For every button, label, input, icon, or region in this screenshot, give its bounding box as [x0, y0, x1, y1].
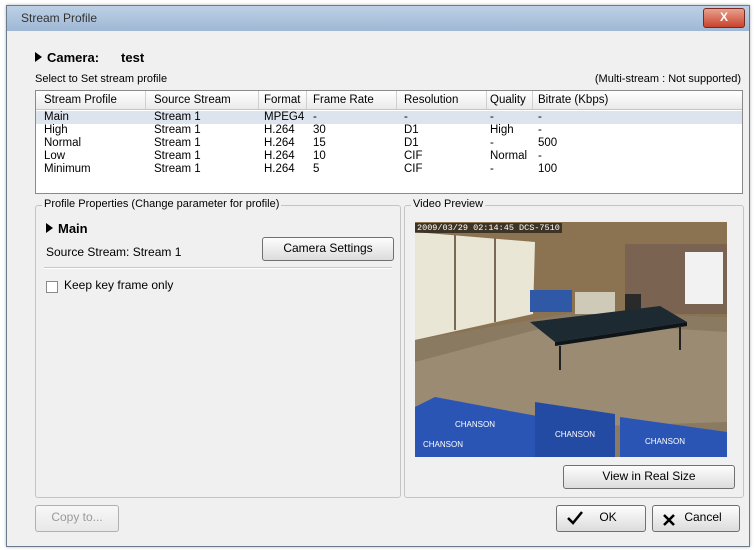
video-timestamp-overlay: 2009/03/29 02:14:45 DCS-7510	[415, 223, 562, 233]
video-preview-label: Video Preview	[411, 198, 486, 210]
col-header-quality[interactable]: Quality	[490, 94, 526, 106]
camera-frame-picture: CHANSON CHANSON CHANSON CHANSON	[415, 222, 727, 457]
column-divider	[486, 91, 487, 109]
multistream-note: (Multi-stream : Not supported)	[594, 73, 741, 85]
column-divider	[396, 91, 397, 109]
cell-format: H.264	[264, 150, 295, 162]
col-header-stream-profile[interactable]: Stream Profile	[44, 94, 117, 106]
cell-profile: Minimum	[44, 163, 91, 175]
cell-frame-rate: 10	[313, 150, 326, 162]
stream-profile-dialog: Stream Profile X Camera: test Select to S…	[6, 5, 750, 547]
cell-source: Stream 1	[154, 124, 201, 136]
table-row[interactable]: Normal Stream 1 H.264 15 D1 - 500	[36, 137, 742, 150]
banner-text: CHANSON	[555, 430, 595, 439]
cell-source: Stream 1	[154, 137, 201, 149]
cell-resolution: D1	[404, 137, 419, 149]
col-header-source-stream[interactable]: Source Stream	[154, 94, 231, 106]
camera-row: Camera: test	[35, 50, 144, 65]
cell-quality: -	[490, 137, 494, 149]
table-row[interactable]: Minimum Stream 1 H.264 5 CIF - 100	[36, 163, 742, 176]
table-header: Stream Profile Source Stream Format Fram…	[36, 91, 742, 110]
cell-profile: Low	[44, 150, 66, 162]
column-divider	[532, 91, 533, 109]
title-bar: Stream Profile X	[7, 6, 749, 31]
stream-profile-table[interactable]: Stream Profile Source Stream Format Fram…	[35, 90, 743, 194]
cell-source: Stream 1	[154, 150, 201, 162]
cell-frame-rate: 5	[313, 163, 320, 175]
column-divider	[145, 91, 146, 109]
cell-source: Stream 1	[154, 163, 201, 175]
banner-text: CHANSON	[645, 437, 685, 446]
banner-text: CHANSON	[423, 440, 463, 449]
cell-profile: Normal	[44, 137, 82, 149]
cell-frame-rate: -	[313, 111, 317, 123]
cell-profile: High	[44, 124, 68, 136]
table-row[interactable]: Main Stream 1 MPEG4 - - - -	[36, 111, 742, 124]
cell-format: H.264	[264, 137, 295, 149]
cell-frame-rate: 30	[313, 124, 326, 136]
col-header-format[interactable]: Format	[264, 94, 300, 106]
checkmark-icon	[567, 510, 583, 533]
profile-properties-label: Profile Properties (Change parameter for…	[42, 198, 282, 210]
cell-profile: Main	[44, 111, 69, 123]
view-real-size-button[interactable]: View in Real Size	[563, 465, 735, 489]
triangle-right-icon	[46, 223, 53, 233]
window-title: Stream Profile	[21, 11, 98, 25]
cell-bitrate: 500	[538, 137, 558, 149]
keyframe-checkbox[interactable]	[46, 281, 58, 293]
col-header-bitrate[interactable]: Bitrate (Kbps)	[538, 94, 608, 106]
cell-quality: High	[490, 124, 514, 136]
table-row[interactable]: High Stream 1 H.264 30 D1 High -	[36, 124, 742, 137]
table-row[interactable]: Low Stream 1 H.264 10 CIF Normal -	[36, 150, 742, 163]
cell-quality: -	[490, 163, 494, 175]
triangle-right-icon	[35, 52, 42, 62]
source-stream-text: Source Stream: Stream 1	[46, 245, 182, 259]
cell-source: Stream 1	[154, 111, 201, 123]
cell-format: H.264	[264, 124, 295, 136]
cell-bitrate: -	[538, 111, 542, 123]
profile-heading: Main	[46, 221, 88, 236]
cell-quality: Normal	[490, 150, 528, 162]
column-divider	[306, 91, 307, 109]
cell-quality: -	[490, 111, 494, 123]
cell-format: H.264	[264, 163, 295, 175]
cell-bitrate: -	[538, 124, 542, 136]
camera-label: Camera:	[47, 50, 100, 65]
select-instruction: Select to Set stream profile	[35, 73, 168, 85]
video-preview-image: CHANSON CHANSON CHANSON CHANSON 2009/03/…	[415, 222, 727, 457]
copy-to-button[interactable]: Copy to...	[35, 505, 119, 532]
ok-label: OK	[599, 510, 617, 524]
video-preview-group: Video Preview CHANSON CHANSON CHANSON CH…	[404, 198, 744, 498]
col-header-resolution[interactable]: Resolution	[404, 94, 458, 106]
banner-text: CHANSON	[455, 420, 495, 429]
col-header-frame-rate[interactable]: Frame Rate	[313, 94, 374, 106]
cancel-button[interactable]: Cancel	[652, 505, 740, 532]
cell-resolution: -	[404, 111, 408, 123]
profile-properties-group: Profile Properties (Change parameter for…	[35, 198, 401, 498]
close-button[interactable]: X	[703, 8, 745, 28]
cell-bitrate: 100	[538, 163, 558, 175]
cell-resolution: CIF	[404, 163, 423, 175]
cell-resolution: D1	[404, 124, 419, 136]
profile-name: Main	[58, 221, 88, 236]
cell-format: MPEG4	[264, 111, 305, 123]
cell-frame-rate: 15	[313, 137, 326, 149]
ok-button[interactable]: OK	[556, 505, 646, 532]
column-divider	[258, 91, 259, 109]
x-icon	[663, 511, 675, 534]
divider	[44, 267, 392, 269]
camera-name: test	[121, 50, 145, 65]
cell-bitrate: -	[538, 150, 542, 162]
camera-settings-button[interactable]: Camera Settings	[262, 237, 394, 261]
keyframe-label: Keep key frame only	[64, 278, 174, 292]
cell-resolution: CIF	[404, 150, 423, 162]
cancel-label: Cancel	[684, 510, 722, 524]
